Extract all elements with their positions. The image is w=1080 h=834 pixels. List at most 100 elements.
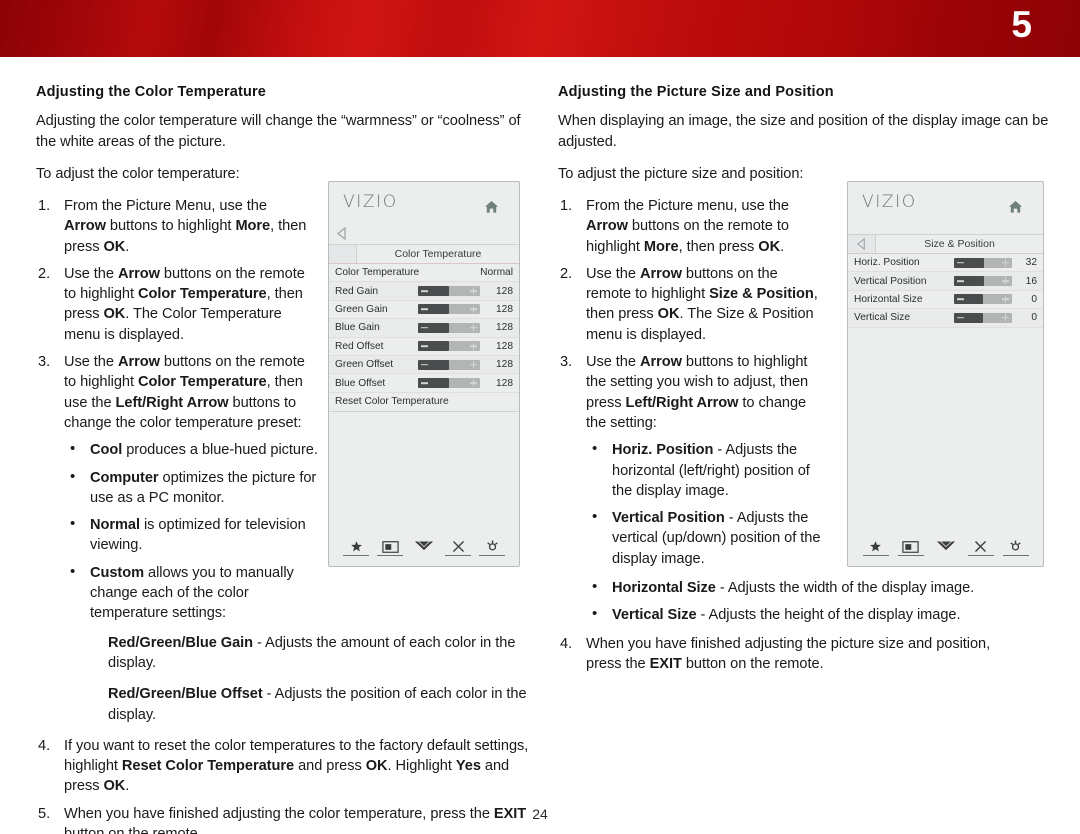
osd-right-icon-bar [848,540,1043,556]
osd-left-brandbar: VIZIO [329,182,519,230]
osd-left-tab-header: Color Temperature [329,244,519,264]
minus-icon[interactable] [421,308,428,311]
left-custom-notes: Red/Green/Blue Gain - Adjusts the amount… [108,633,536,725]
picture-button[interactable] [896,540,926,556]
osd-row-vertical-size[interactable]: Vertical Size 0 [848,309,1043,328]
osd-slider[interactable] [418,341,480,352]
osd-row-red-offset[interactable]: Red Offset 128 [329,337,519,356]
osd-row-label: Blue Offset [335,377,386,389]
osd-slider[interactable] [418,304,480,315]
reset-color-temperature-row[interactable]: Reset Color Temperature [329,392,519,412]
icon-underline [897,554,924,556]
preset-cool: Cool produces a blue-hued picture. [64,439,324,460]
close-x-button[interactable] [966,540,996,556]
plus-icon[interactable] [1002,259,1009,266]
osd-right-tab-header: Size & Position [848,234,1043,254]
osd-row-value: 128 [496,359,513,371]
gear-icon [486,540,499,553]
right-section-title: Adjusting the Picture Size and Position [558,84,834,100]
star-button[interactable] [861,540,891,556]
osd-row-blue-offset[interactable]: Blue Offset 128 [329,374,519,393]
preset-computer: Computer optimizes the picture for use a… [64,467,324,509]
minus-icon[interactable] [957,298,964,301]
osd-right-rows: Horiz. Position 32 Vertical Position 16 Hori… [848,254,1043,328]
home-icon[interactable] [1008,200,1023,214]
back-arrow-icon[interactable] [848,235,876,253]
star-button[interactable] [341,540,371,556]
plus-icon[interactable] [470,324,477,331]
osd-left-backrow [329,227,519,244]
chapter-number: 5 [1011,4,1032,45]
osd-slider[interactable] [418,359,480,370]
back-arrow-icon[interactable] [336,227,348,240]
minus-icon[interactable] [957,280,964,282]
osd-row-value: 128 [496,303,513,315]
plus-icon[interactable] [470,288,477,294]
vizio-logo: VIZIO [862,192,917,212]
right-step-3: Use the Arrow buttons to highlight the s… [560,352,809,431]
osd-slider[interactable] [418,286,480,297]
osd-color-temperature-panel: VIZIO Color Temperature Color Temperatur… [328,181,520,567]
minus-icon[interactable] [421,290,428,292]
gear-button[interactable] [1001,540,1031,556]
osd-size-position-panel: VIZIO Size & Position Horiz. Position 32 V… [847,181,1044,567]
note-gain: Red/Green/Blue Gain - Adjusts the amount… [108,634,516,671]
osd-row-color-temperature[interactable]: Color Temperature Normal [329,264,519,283]
vizio-logo: VIZIO [343,192,398,212]
setting-vertical-position: Vertical Position - Adjusts the vertical… [586,507,826,569]
osd-left-rows: Color Temperature Normal Red Gain 128 Green … [329,264,519,393]
plus-icon[interactable] [470,361,477,368]
osd-slider[interactable] [954,312,1012,323]
osd-row-label: Red Offset [335,340,384,352]
close-x-button[interactable] [443,540,473,556]
osd-row-green-gain[interactable]: Green Gain 128 [329,300,519,320]
icon-underline [411,555,437,556]
setting-horizontal-size: Horizontal Size - Adjusts the width of t… [586,577,1056,598]
plus-icon[interactable] [1002,278,1009,284]
setting-vertical-size: Vertical Size - Adjusts the height of th… [586,604,1056,625]
chevron-double-down-button[interactable] [409,540,439,556]
plus-icon[interactable] [470,343,477,349]
osd-slider[interactable] [954,294,1012,305]
icon-underline [1002,554,1029,556]
osd-slider[interactable] [418,322,480,333]
icon-underline [479,554,505,556]
icon-underline [862,554,889,556]
chevron-double-down-button[interactable] [931,540,961,556]
right-settings-wide: Horizontal Size - Adjusts the width of t… [586,577,1056,626]
gear-button[interactable] [477,540,507,556]
picture-icon [381,540,399,553]
osd-row-horizontal-size[interactable]: Horizontal Size 0 [848,290,1043,310]
minus-icon[interactable] [421,327,428,329]
left-intro-paragraph: Adjusting the color temperature will cha… [36,113,521,150]
osd-row-horiz-position[interactable]: Horiz. Position 32 [848,254,1043,273]
left-step-1: From the Picture Menu, use the Arrow but… [38,196,307,255]
home-icon[interactable] [484,200,499,214]
osd-row-label: Horiz. Position [854,257,920,269]
osd-row-value: 128 [496,285,513,297]
minus-icon[interactable] [421,382,428,384]
minus-icon[interactable] [957,261,964,264]
osd-row-label: Vertical Size [854,312,911,324]
osd-row-green-offset[interactable]: Green Offset 128 [329,355,519,375]
osd-row-blue-gain[interactable]: Blue Gain 128 [329,319,519,338]
osd-slider[interactable] [418,378,480,389]
right-step-4: When you have finished adjusting the pic… [560,634,991,672]
icon-underline [377,554,403,556]
osd-row-vertical-position[interactable]: Vertical Position 16 [848,272,1043,291]
plus-icon[interactable] [470,306,477,313]
osd-row-red-gain[interactable]: Red Gain 128 [329,282,519,301]
osd-slider[interactable] [954,257,1012,268]
plus-icon[interactable] [470,380,477,386]
osd-right-brandbar: VIZIO [848,182,1043,230]
plus-icon[interactable] [1002,314,1009,321]
osd-row-label: Green Gain [335,303,388,315]
minus-icon[interactable] [421,345,428,348]
plus-icon[interactable] [1002,296,1009,303]
osd-slider[interactable] [954,276,1012,287]
right-settings-narrow: Horiz. Position - Adjusts the horizontal… [586,439,826,569]
star-icon [350,540,363,553]
picture-button[interactable] [375,540,405,556]
minus-icon[interactable] [421,363,428,366]
minus-icon[interactable] [957,317,964,319]
